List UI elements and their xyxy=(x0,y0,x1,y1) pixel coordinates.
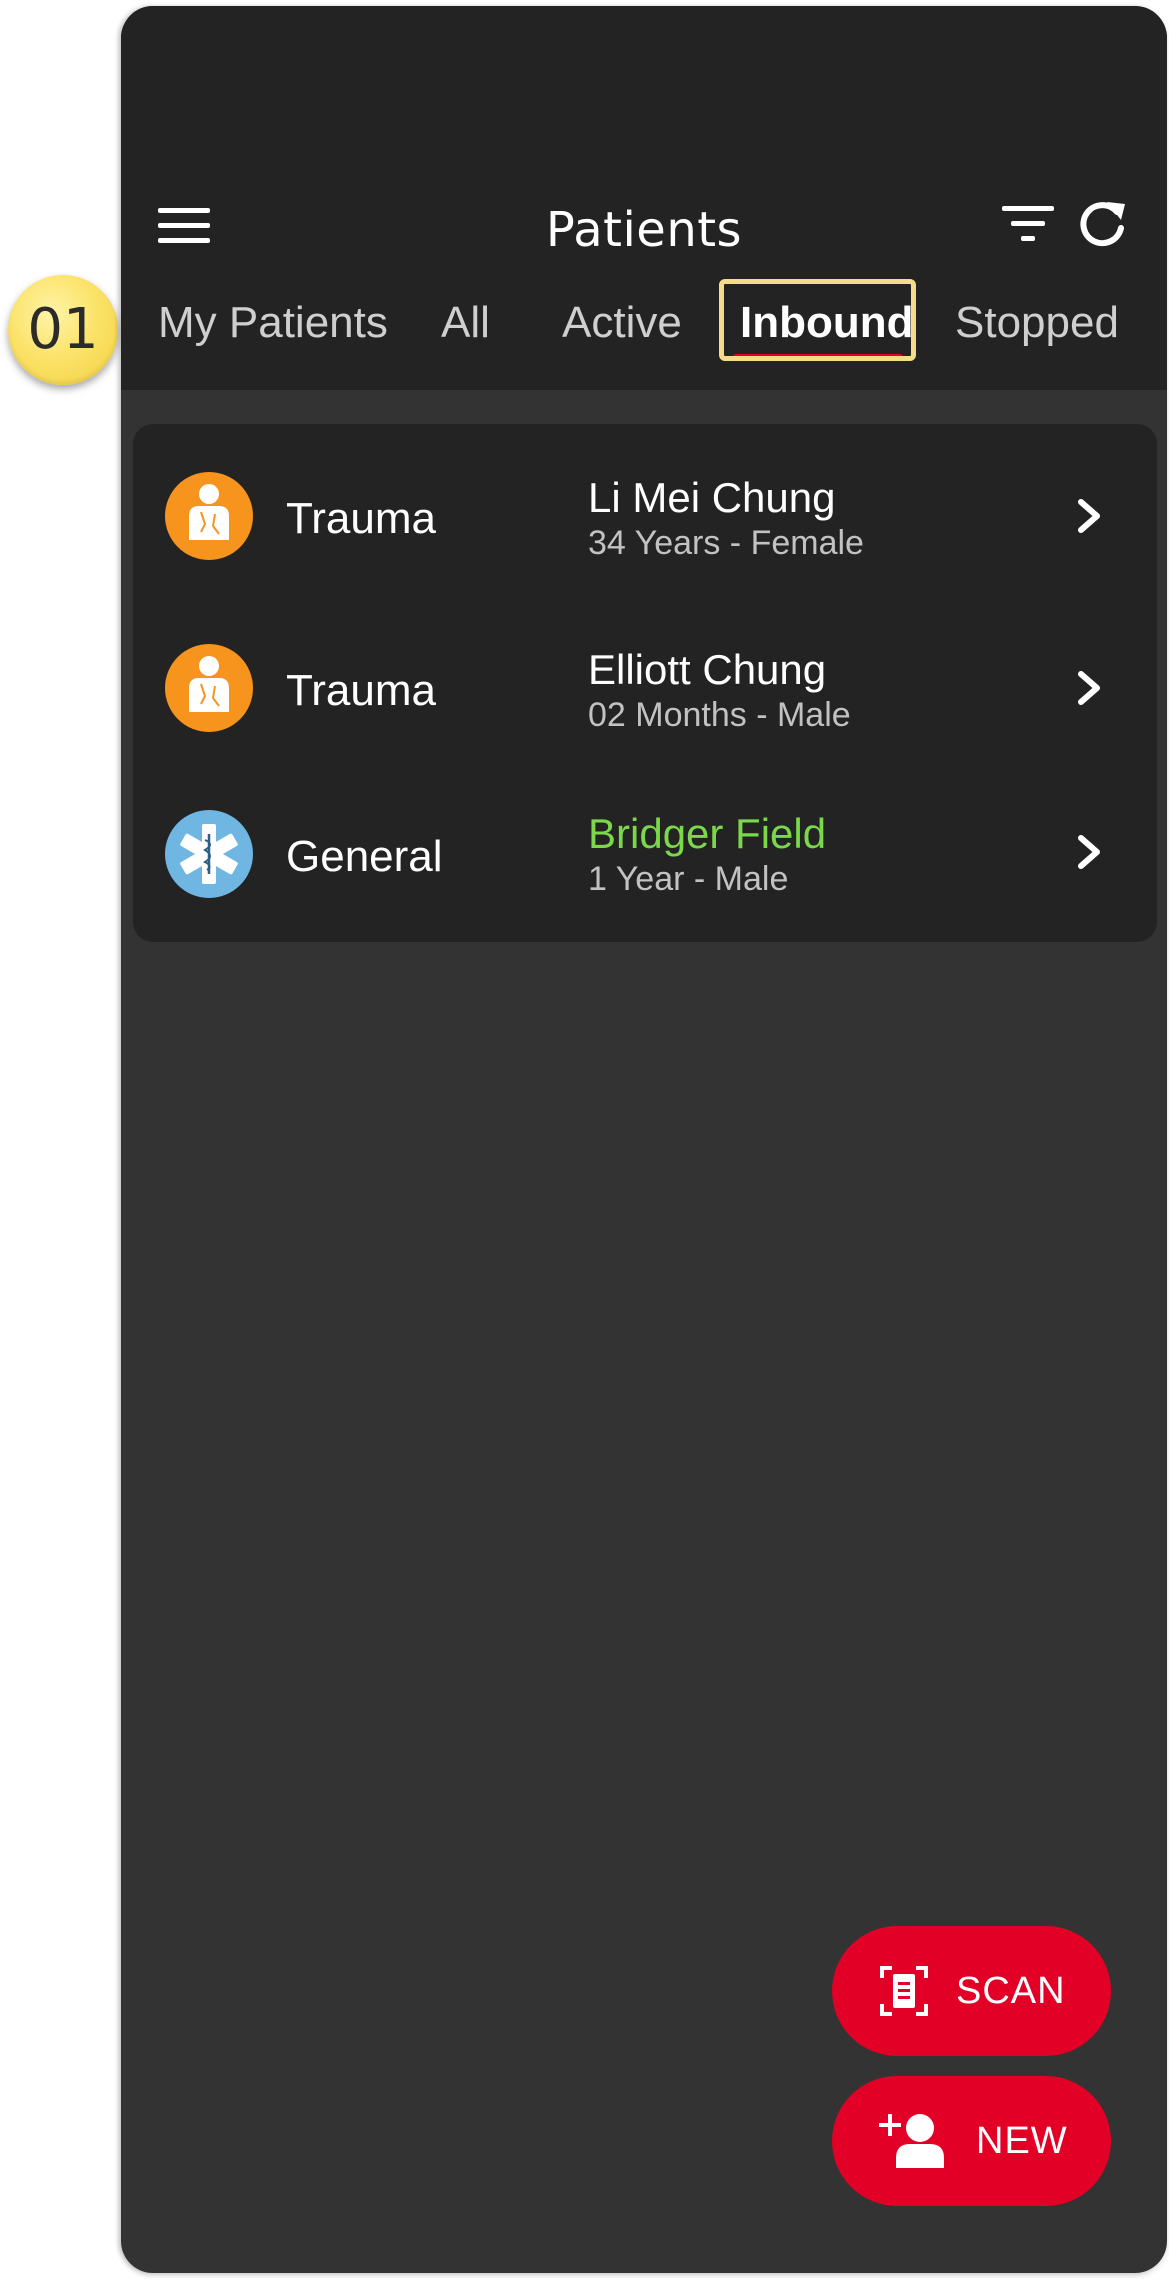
patient-name: Li Mei Chung xyxy=(588,474,836,521)
filter-icon[interactable] xyxy=(1002,204,1054,244)
scan-barcode-icon xyxy=(880,1966,928,2016)
patient-category: General xyxy=(286,832,443,881)
tab-my-patients[interactable]: My Patients xyxy=(158,298,388,348)
patient-age-sex: 34 Years - Female xyxy=(588,524,864,562)
chevron-right-icon xyxy=(1078,671,1100,705)
patient-list: Trauma Li Mei Chung 34 Years - Female Tr… xyxy=(133,424,1157,942)
patient-name: Elliott Chung xyxy=(588,646,827,693)
patient-row[interactable]: General Bridger Field 1 Year - Male xyxy=(133,772,1157,932)
new-patient-button[interactable]: NEW xyxy=(832,2076,1111,2206)
top-app-bar: Patients My Patients All Active Inbound … xyxy=(121,6,1167,390)
trauma-person-icon xyxy=(165,644,253,732)
patient-age-sex: 02 Months - Male xyxy=(588,696,851,734)
tab-all[interactable]: All xyxy=(441,298,490,348)
app-screen: Patients My Patients All Active Inbound … xyxy=(121,6,1167,2273)
refresh-icon[interactable] xyxy=(1077,198,1129,250)
new-button-label: NEW xyxy=(976,2120,1068,2162)
star-of-life-icon xyxy=(165,810,253,898)
patient-age-sex: 1 Year - Male xyxy=(588,860,789,898)
tab-highlight-frame xyxy=(719,279,916,361)
step-callout-badge: 01 xyxy=(8,275,118,385)
chevron-right-icon xyxy=(1078,499,1100,533)
chevron-right-icon xyxy=(1078,835,1100,869)
patient-row[interactable]: Trauma Li Mei Chung 34 Years - Female xyxy=(133,436,1157,596)
patient-row[interactable]: Trauma Elliott Chung 02 Months - Male xyxy=(133,608,1157,768)
tab-active[interactable]: Active xyxy=(562,298,682,348)
patient-category: Trauma xyxy=(286,666,436,715)
scan-button-label: SCAN xyxy=(956,1970,1066,2012)
add-user-icon xyxy=(879,2114,944,2168)
trauma-person-icon xyxy=(165,472,253,560)
patient-category: Trauma xyxy=(286,494,436,543)
patient-name: Bridger Field xyxy=(588,810,827,857)
tab-stopped[interactable]: Stopped xyxy=(955,298,1119,348)
scan-button[interactable]: SCAN xyxy=(832,1926,1111,2056)
